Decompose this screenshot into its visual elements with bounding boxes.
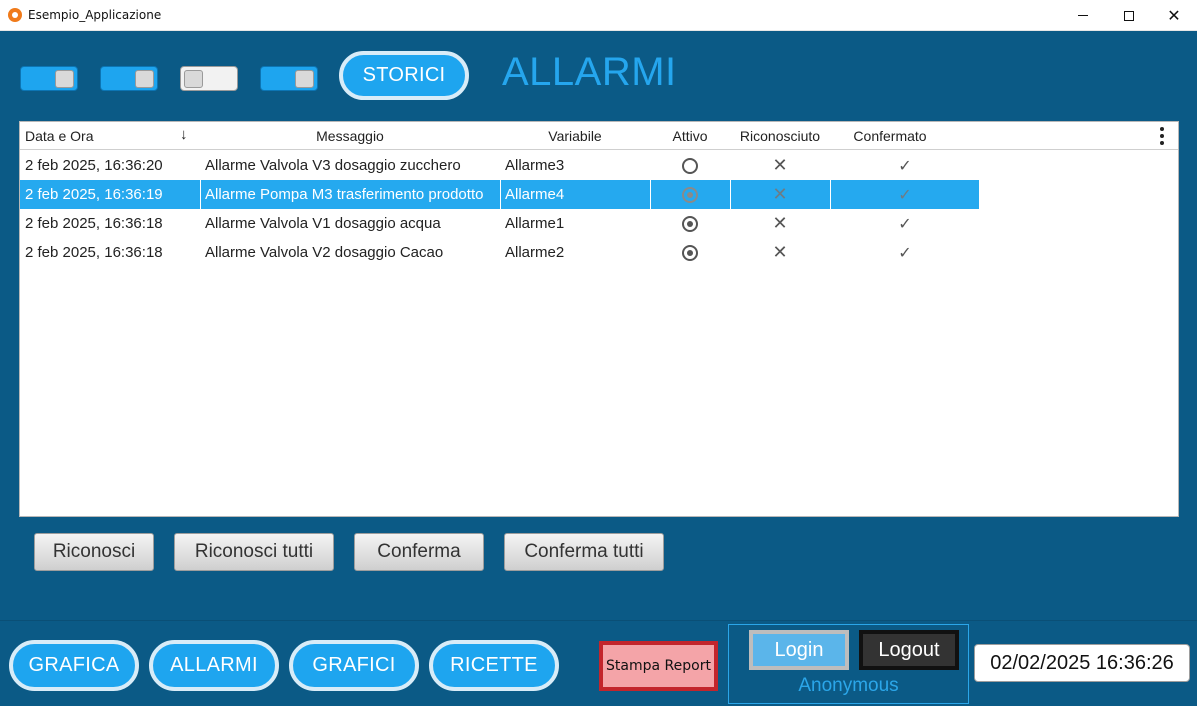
toggle-switch-4[interactable] [260, 66, 318, 91]
cell-separator [830, 180, 831, 209]
app-logo-icon [8, 8, 22, 22]
nav-grafica-button[interactable]: GRAFICA [9, 640, 139, 691]
login-button[interactable]: Login [749, 630, 849, 670]
active-radio-icon [682, 215, 698, 232]
cell-separator [500, 180, 501, 209]
nav-grafici-button[interactable]: GRAFICI [289, 640, 419, 691]
not-acknowledged-icon: ✕ [772, 212, 788, 234]
column-header-confirmed[interactable]: Confermato [830, 128, 950, 144]
cell-separator [730, 180, 731, 209]
cell-message: Allarme Valvola V2 dosaggio Cacao [205, 244, 444, 261]
active-radio-icon [682, 244, 698, 261]
confirmed-check-icon: ✓ [898, 242, 912, 262]
alarms-table: Data e Ora ↓ Messaggio Variabile Attivo … [19, 121, 1179, 517]
cell-active [650, 238, 730, 267]
cell-acknowledged: ✕ [730, 238, 830, 267]
confirmed-check-icon: ✓ [898, 213, 912, 233]
cell-confirmed: ✓ [830, 151, 980, 180]
toggle-knob [55, 70, 74, 88]
maximize-icon [1124, 10, 1134, 21]
column-header-date[interactable]: Data e Ora [25, 128, 93, 144]
cell-confirmed: ✓ [830, 180, 980, 209]
toggle-knob [295, 70, 314, 88]
riconosci-tutti-button[interactable]: Riconosci tutti [174, 533, 334, 571]
cell-message: Allarme Valvola V3 dosaggio zucchero [205, 157, 461, 174]
not-acknowledged-icon: ✕ [772, 183, 788, 205]
window-titlebar: Esempio_Applicazione ✕ [0, 0, 1197, 31]
column-menu-icon[interactable] [1154, 125, 1170, 147]
nav-ricette-button[interactable]: RICETTE [429, 640, 559, 691]
datetime-display: 02/02/2025 16:36:26 [974, 644, 1190, 682]
column-header-active[interactable]: Attivo [650, 128, 730, 144]
confirmed-check-icon: ✓ [898, 155, 912, 175]
toggle-switch-1[interactable] [20, 66, 78, 91]
toggle-switch-2[interactable] [100, 66, 158, 91]
column-header-acknowledged[interactable]: Riconosciuto [730, 128, 830, 144]
cell-separator [200, 180, 201, 209]
cell-date: 2 feb 2025, 16:36:18 [25, 215, 163, 232]
cell-variable: Allarme2 [505, 244, 565, 261]
toggle-knob [184, 70, 203, 88]
table-row[interactable]: 2 feb 2025, 16:36:20 Allarme Valvola V3 d… [20, 151, 979, 180]
sort-descending-icon[interactable]: ↓ [180, 126, 188, 143]
cell-confirmed: ✓ [830, 238, 980, 267]
cell-confirmed: ✓ [830, 209, 980, 238]
window-title: Esempio_Applicazione [28, 8, 162, 22]
minimize-icon [1078, 15, 1088, 16]
not-acknowledged-icon: ✕ [772, 154, 788, 176]
table-row[interactable]: 2 feb 2025, 16:36:18 Allarme Valvola V1 d… [20, 209, 979, 238]
conferma-tutti-button[interactable]: Conferma tutti [504, 533, 664, 571]
table-row[interactable]: 2 feb 2025, 16:36:19 Allarme Pompa M3 tra… [20, 180, 979, 209]
cell-variable: Allarme4 [505, 186, 565, 203]
current-user-label: Anonymous [798, 675, 899, 696]
stampa-report-button[interactable]: Stampa Report [599, 641, 718, 691]
inactive-radio-icon [682, 157, 698, 174]
riconosci-button[interactable]: Riconosci [34, 533, 154, 571]
cell-separator [650, 180, 651, 209]
cell-active [650, 151, 730, 180]
cell-date: 2 feb 2025, 16:36:19 [25, 186, 163, 203]
column-header-variable[interactable]: Variabile [500, 128, 650, 144]
table-header: Data e Ora ↓ Messaggio Variabile Attivo … [20, 122, 1178, 150]
active-radio-icon [682, 186, 698, 203]
cell-variable: Allarme3 [505, 157, 565, 174]
cell-acknowledged: ✕ [730, 180, 830, 209]
page-title: ALLARMI [502, 50, 677, 94]
toggle-knob [135, 70, 154, 88]
cell-variable: Allarme1 [505, 215, 565, 232]
conferma-button[interactable]: Conferma [354, 533, 484, 571]
cell-message: Allarme Pompa M3 trasferimento prodotto [205, 186, 484, 203]
nav-allarmi-button[interactable]: ALLARMI [149, 640, 279, 691]
minimize-button[interactable] [1060, 0, 1106, 31]
cell-active [650, 209, 730, 238]
cell-acknowledged: ✕ [730, 151, 830, 180]
maximize-button[interactable] [1106, 0, 1152, 31]
close-window-button[interactable]: ✕ [1151, 0, 1197, 31]
cell-message: Allarme Valvola V1 dosaggio acqua [205, 215, 441, 232]
toggle-switch-3[interactable] [180, 66, 238, 91]
cell-active [650, 180, 730, 209]
cell-acknowledged: ✕ [730, 209, 830, 238]
cell-date: 2 feb 2025, 16:36:20 [25, 157, 163, 174]
not-acknowledged-icon: ✕ [772, 241, 788, 263]
storici-button[interactable]: STORICI [339, 51, 469, 100]
close-icon: ✕ [1167, 5, 1181, 25]
logout-button[interactable]: Logout [859, 630, 959, 670]
column-header-message[interactable]: Messaggio [200, 128, 500, 144]
table-row[interactable]: 2 feb 2025, 16:36:18 Allarme Valvola V2 d… [20, 238, 979, 267]
confirmed-check-icon: ✓ [898, 184, 912, 204]
cell-date: 2 feb 2025, 16:36:18 [25, 244, 163, 261]
